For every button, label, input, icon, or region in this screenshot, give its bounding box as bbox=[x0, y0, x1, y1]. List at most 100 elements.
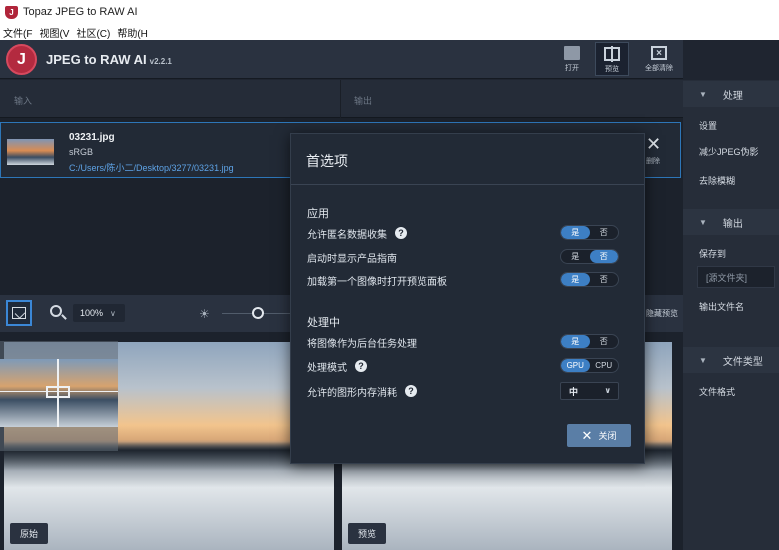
open-preview-toggle[interactable]: 是 否 bbox=[560, 272, 619, 287]
open-preview-label: 加载第一个图像时打开预览面板 bbox=[307, 276, 447, 288]
folder-icon bbox=[564, 46, 580, 60]
fit-view-button[interactable] bbox=[6, 300, 32, 326]
output-filename-label: 输出文件名 bbox=[699, 302, 745, 312]
reduce-jpeg-artifacts[interactable]: 减少JPEG伪影 bbox=[683, 145, 779, 158]
mem-usage-label: 允许的图形内存消耗 bbox=[307, 387, 397, 399]
menu-help[interactable]: 帮助(H bbox=[114, 25, 152, 40]
right-panel: ▼ 处理 设置 减少JPEG伪影 去除模糊 ▼ 输出 保存到 [源文件夹] 输出… bbox=[683, 80, 779, 550]
preferences-dialog: 首选项 应用 允许匿名数据收集 ? 是 否 启动时显示产品指南 是 否 加载第一… bbox=[290, 133, 645, 464]
navigator-viewport-box[interactable] bbox=[46, 386, 70, 398]
remove-blur[interactable]: 去除模糊 bbox=[683, 174, 779, 187]
file-format-label: 文件格式 bbox=[699, 387, 736, 397]
toggle-no[interactable]: 否 bbox=[590, 273, 619, 286]
show-guide-toggle[interactable]: 是 否 bbox=[560, 249, 619, 264]
row-mem-usage: 允许的图形内存消耗 ? 中 ∨ bbox=[307, 382, 629, 400]
open-button[interactable]: 打开 bbox=[555, 42, 589, 76]
show-guide-label: 启动时显示产品指南 bbox=[307, 253, 397, 265]
hide-preview-button[interactable]: 隐藏预览 bbox=[646, 308, 678, 319]
menu-view[interactable]: 视图(V bbox=[36, 25, 73, 40]
save-to-field[interactable]: [源文件夹] bbox=[697, 266, 775, 288]
chevron-down-icon: ▼ bbox=[699, 355, 707, 365]
input-column-header: 输入 bbox=[14, 96, 33, 106]
toggle-no[interactable]: 否 bbox=[590, 335, 619, 348]
brightness-icon: ☀ bbox=[199, 307, 210, 321]
toggle-yes[interactable]: 是 bbox=[561, 226, 590, 239]
processing-title: 处理 bbox=[722, 90, 743, 102]
menu-file[interactable]: 文件(F bbox=[0, 25, 36, 40]
delete-label: 删除 bbox=[646, 158, 660, 165]
chevron-down-icon: ▼ bbox=[699, 217, 707, 227]
output-section-header[interactable]: ▼ 输出 bbox=[683, 209, 779, 235]
settings-label: 设置 bbox=[699, 121, 718, 131]
bg-task-label: 将图像作为后台任务处理 bbox=[307, 338, 417, 350]
row-show-guide: 启动时显示产品指南 是 否 bbox=[307, 249, 629, 265]
row-open-preview: 加载第一个图像时打开预览面板 是 否 bbox=[307, 272, 629, 288]
output-title: 输出 bbox=[722, 218, 743, 230]
close-label: 关闭 bbox=[598, 431, 617, 441]
chevron-down-icon: ∨ bbox=[110, 308, 116, 318]
menu-community[interactable]: 社区(C) bbox=[73, 25, 114, 40]
help-icon[interactable]: ? bbox=[395, 227, 407, 239]
preview-button[interactable]: 预览 bbox=[595, 42, 629, 76]
open-label: 打开 bbox=[565, 65, 579, 72]
toggle-yes[interactable]: 是 bbox=[561, 250, 590, 263]
app-version: v2.2.1 bbox=[149, 57, 172, 66]
file-path[interactable]: C:/Users/陈小二/Desktop/3277/03231.jpg bbox=[69, 161, 234, 174]
toggle-gpu[interactable]: GPU bbox=[561, 359, 590, 372]
close-icon[interactable]: ✕ bbox=[646, 135, 661, 153]
bg-task-toggle[interactable]: 是 否 bbox=[560, 334, 619, 349]
app-icon: J bbox=[5, 5, 18, 19]
toggle-yes[interactable]: 是 bbox=[561, 273, 590, 286]
help-icon[interactable]: ? bbox=[405, 385, 417, 397]
window-title: Topaz JPEG to RAW AI bbox=[23, 6, 138, 18]
filetype-title: 文件类型 bbox=[722, 356, 763, 368]
column-divider bbox=[340, 80, 341, 118]
zoom-value: 100% bbox=[80, 308, 104, 318]
output-column-header: 输出 bbox=[354, 96, 373, 106]
toggle-no[interactable]: 否 bbox=[589, 250, 618, 263]
section-processing: 处理中 bbox=[307, 317, 340, 329]
chevron-down-icon: ∨ bbox=[604, 386, 612, 395]
zoom-select[interactable]: 100% ∨ bbox=[73, 304, 125, 322]
logo-icon: J bbox=[6, 44, 37, 75]
window-titlebar: J Topaz JPEG to RAW AI bbox=[0, 0, 779, 24]
processing-section-header[interactable]: ▼ 处理 bbox=[683, 81, 779, 107]
proc-mode-toggle[interactable]: GPU CPU bbox=[560, 358, 619, 373]
close-icon: ✕ bbox=[581, 427, 593, 443]
row-bg-task: 将图像作为后台任务处理 是 否 bbox=[307, 334, 629, 350]
preview-label: 预览 bbox=[605, 66, 619, 73]
brightness-slider-knob[interactable] bbox=[252, 307, 264, 319]
help-icon[interactable]: ? bbox=[355, 360, 367, 372]
filetype-section-header[interactable]: ▼ 文件类型 bbox=[683, 347, 779, 373]
mem-usage-value: 中 bbox=[569, 386, 579, 397]
file-thumbnail bbox=[7, 139, 54, 165]
section-app: 应用 bbox=[307, 208, 329, 220]
dialog-title: 首选项 bbox=[306, 153, 348, 169]
preview-icon bbox=[604, 46, 620, 62]
proc-mode-label: 处理模式 bbox=[307, 362, 347, 374]
navigator[interactable] bbox=[0, 341, 118, 451]
mem-usage-select[interactable]: 中 ∨ bbox=[560, 382, 619, 400]
menubar: 文件(F 视图(V 社区(C) 帮助(H bbox=[0, 24, 779, 40]
app-name: JPEG to RAW AI bbox=[46, 52, 147, 67]
fit-icon bbox=[12, 307, 26, 319]
row-allow-anon: 允许匿名数据收集 ? 是 否 bbox=[307, 225, 629, 241]
allow-anon-label: 允许匿名数据收集 bbox=[307, 229, 387, 241]
toggle-yes[interactable]: 是 bbox=[561, 335, 590, 348]
clear-all-button[interactable]: × 全部清除 bbox=[640, 42, 678, 76]
file-name: 03231.jpg bbox=[69, 132, 115, 143]
zoom-icon[interactable] bbox=[50, 305, 62, 317]
toggle-cpu[interactable]: CPU bbox=[590, 359, 619, 372]
file-color-space: sRGB bbox=[69, 147, 94, 157]
row-proc-mode: 处理模式 ? GPU CPU bbox=[307, 358, 629, 374]
allow-anon-toggle[interactable]: 是 否 bbox=[560, 225, 619, 240]
clear-icon: × bbox=[651, 46, 667, 60]
filelist-header: 输入 输出 bbox=[0, 80, 683, 118]
clear-all-label: 全部清除 bbox=[645, 65, 673, 72]
dialog-divider bbox=[291, 184, 644, 185]
app-title: JPEG to RAW AI v2.2.1 bbox=[46, 52, 172, 67]
original-label: 原始 bbox=[10, 523, 49, 544]
close-button[interactable]: ✕ 关闭 bbox=[567, 424, 631, 447]
app-header: J JPEG to RAW AI v2.2.1 打开 预览 × 全部清除 bbox=[0, 40, 683, 79]
toggle-no[interactable]: 否 bbox=[590, 226, 619, 239]
